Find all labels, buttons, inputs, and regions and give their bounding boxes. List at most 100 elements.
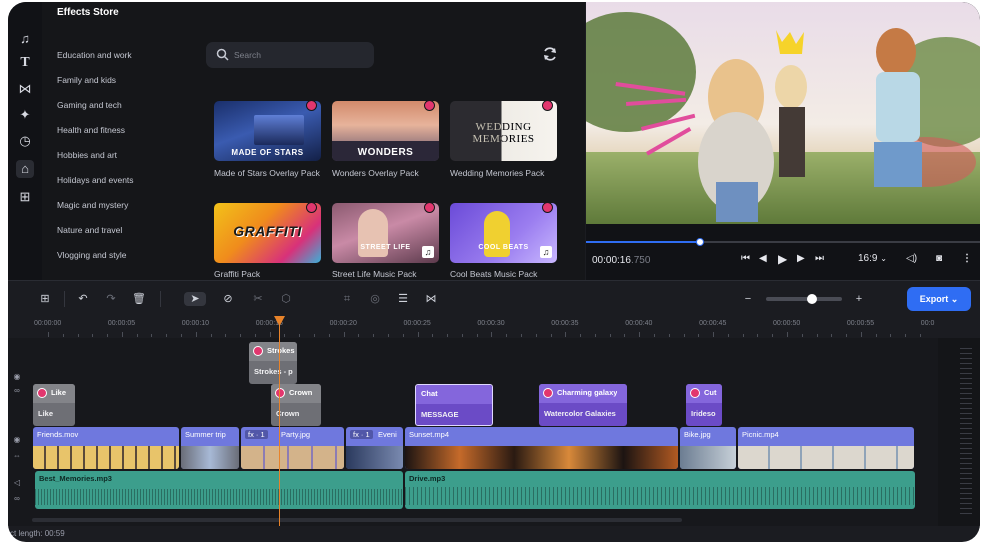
select-cursor-icon[interactable]: ➤ <box>184 292 206 306</box>
undo-icon[interactable]: ↶ <box>76 292 90 306</box>
ruler-tick-label: 00:00:10 <box>181 320 210 327</box>
video-thumbnail-strip <box>346 446 403 469</box>
text-icon[interactable]: T <box>16 54 34 72</box>
fx-clip-name: Like <box>51 388 67 397</box>
card-thumbnail <box>254 115 304 145</box>
refresh-icon[interactable] <box>542 46 558 62</box>
ruler-tick <box>387 334 389 337</box>
seek-progress <box>586 241 701 243</box>
video-clip-picnic[interactable]: Picnic.mp4 <box>738 427 914 469</box>
effect-card-wonders[interactable]: WONDERS <box>332 101 439 161</box>
next-frame-icon[interactable]: ▶ <box>797 252 805 266</box>
delete-icon[interactable]: 🗑 <box>132 292 146 306</box>
horizontal-scrollbar[interactable] <box>32 518 682 522</box>
video-clip-bike[interactable]: Bike.jpg <box>680 427 736 469</box>
category-magic[interactable]: Magic and mystery <box>57 200 128 210</box>
link-icon[interactable]: ∞ <box>12 386 22 396</box>
audio-clip-best-memories[interactable]: Best_Memories.mp3 <box>35 471 403 509</box>
fx-clip-subtitle: Watercolor Galaxies <box>544 409 616 418</box>
fx-clip-cut[interactable]: Cut Irideso <box>686 384 722 426</box>
search-input[interactable] <box>234 48 364 62</box>
ripple-edit-icon[interactable]: ⊘ <box>221 292 235 306</box>
aspect-ratio-value: 16:9 <box>858 253 878 264</box>
video-clip-name: Friends.mov <box>37 430 79 439</box>
marker-icon[interactable]: ⬡ <box>279 292 293 306</box>
category-hobbies[interactable]: Hobbies and art <box>57 150 117 160</box>
fx-clip-chat[interactable]: Chat MESSAGE <box>415 384 493 426</box>
video-clip-friends[interactable]: Friends.mov <box>33 427 179 469</box>
timer-icon[interactable]: ◷ <box>16 132 34 150</box>
ruler-tick <box>314 334 316 337</box>
video-thumbnail-strip <box>241 446 344 469</box>
ruler-tick <box>225 334 227 337</box>
music-icon[interactable]: ♫ <box>16 30 34 48</box>
category-health[interactable]: Health and fitness <box>57 125 125 135</box>
effect-card-street-life[interactable]: STREET LIFE ♫ <box>332 203 439 263</box>
transitions-icon[interactable]: ⋈ <box>16 80 34 98</box>
adjust-sliders-icon[interactable]: ☰ <box>396 292 410 306</box>
timecode-main: 00:00:16 <box>592 255 631 266</box>
fx-clip-like[interactable]: Like Like <box>33 384 75 426</box>
cut-scissors-icon[interactable]: ✂ <box>251 292 265 306</box>
ruler-tick <box>580 334 582 337</box>
fx-clip-strokes[interactable]: Strokes Strokes - p <box>249 342 297 384</box>
ruler-tick <box>358 334 360 337</box>
export-button[interactable]: Export ⌄ <box>907 287 971 311</box>
audio-clip-drive[interactable]: Drive.mp3 <box>405 471 915 509</box>
zoom-slider[interactable] <box>766 294 842 304</box>
fx-count-badge: fx · 1 <box>350 430 373 439</box>
toolbar-divider <box>64 291 65 307</box>
timeline-tracks: ◉ ∞ ◉ ⇔ ◁ ∞ Strokes Strokes - p Like Lik… <box>8 338 938 526</box>
video-preview[interactable] <box>586 2 980 224</box>
ruler-tick-label: 00:00:50 <box>773 320 801 327</box>
category-education[interactable]: Education and work <box>57 50 132 60</box>
video-clip-sunset[interactable]: Sunset.mp4 <box>405 427 678 469</box>
skip-to-end-icon[interactable]: ⏭ <box>815 252 824 266</box>
more-tools-icon[interactable]: ⊞ <box>16 188 34 206</box>
category-family[interactable]: Family and kids <box>57 75 116 85</box>
zoom-slider-handle[interactable] <box>806 294 817 304</box>
category-nature[interactable]: Nature and travel <box>57 225 122 235</box>
volume-icon[interactable]: ◁) <box>906 252 917 266</box>
video-clip-party[interactable]: fx · 1 Party.jpg <box>241 427 344 469</box>
fx-clip-charming-galaxy[interactable]: Charming galaxy Watercolor Galaxies <box>539 384 627 426</box>
more-options-icon[interactable]: ⋮ <box>962 252 972 266</box>
effect-card-wedding-memories[interactable]: WEDDING MEMORIES <box>450 101 557 161</box>
aspect-ratio-dropdown[interactable]: 16:9 ⌄ <box>858 252 887 266</box>
effect-card-label: Made of Stars Overlay Pack <box>214 168 320 178</box>
video-clip-name: Sunset.mp4 <box>409 430 450 439</box>
link-icon[interactable]: ∞ <box>12 494 22 504</box>
transition-icon[interactable]: ⋈ <box>424 292 438 306</box>
seek-bar[interactable] <box>586 238 980 246</box>
speed-icon[interactable]: ◎ <box>368 292 382 306</box>
zoom-out-icon[interactable]: − <box>741 292 755 306</box>
play-icon[interactable]: ▶ <box>778 252 787 266</box>
effect-card-cool-beats[interactable]: COOL BEATS ♫ <box>450 203 557 263</box>
add-track-icon[interactable]: ⊞ <box>38 292 52 306</box>
eye-icon[interactable]: ◉ <box>12 372 22 382</box>
playhead-handle[interactable] <box>274 316 285 327</box>
zoom-in-icon[interactable]: + <box>852 292 866 306</box>
eye-icon[interactable]: ◉ <box>12 435 22 445</box>
effect-card-made-of-stars[interactable]: MADE OF STARS <box>214 101 321 161</box>
snapshot-camera-icon[interactable]: ◙ <box>936 252 942 266</box>
previous-frame-icon[interactable]: ◀ <box>759 252 767 266</box>
timeline-ruler[interactable]: 00:00:00 00:00:05 00:00:10 00:00:15 00:00:20… <box>8 316 938 338</box>
video-editor-window: ♫ T ⋈ ✦ ◷ ⌂ ⊞ Effects Store Education an… <box>8 2 980 542</box>
speaker-icon[interactable]: ◁ <box>12 478 22 488</box>
video-clip-summer-trip[interactable]: Summer trip <box>181 427 239 469</box>
seek-handle[interactable] <box>696 238 705 246</box>
video-clip-evening[interactable]: fx · 1 Eveni <box>346 427 403 469</box>
skip-to-start-icon[interactable]: ⏮ <box>741 252 750 266</box>
effects-store-icon[interactable]: ⌂ <box>16 160 34 178</box>
redo-icon[interactable]: ↷ <box>104 292 118 306</box>
category-holidays[interactable]: Holidays and events <box>57 175 134 185</box>
filters-icon[interactable]: ✦ <box>16 106 34 124</box>
audio-link-icon[interactable]: ⇔ <box>12 451 22 461</box>
video-thumbnail-strip <box>405 446 678 469</box>
crop-icon[interactable]: ⌗ <box>340 292 354 306</box>
ruler-tick-label: 00:0 <box>920 320 935 327</box>
category-gaming[interactable]: Gaming and tech <box>57 100 122 110</box>
category-vlogging[interactable]: Vlogging and style <box>57 250 126 260</box>
effect-card-graffiti[interactable]: GRAFFITI <box>214 203 321 263</box>
